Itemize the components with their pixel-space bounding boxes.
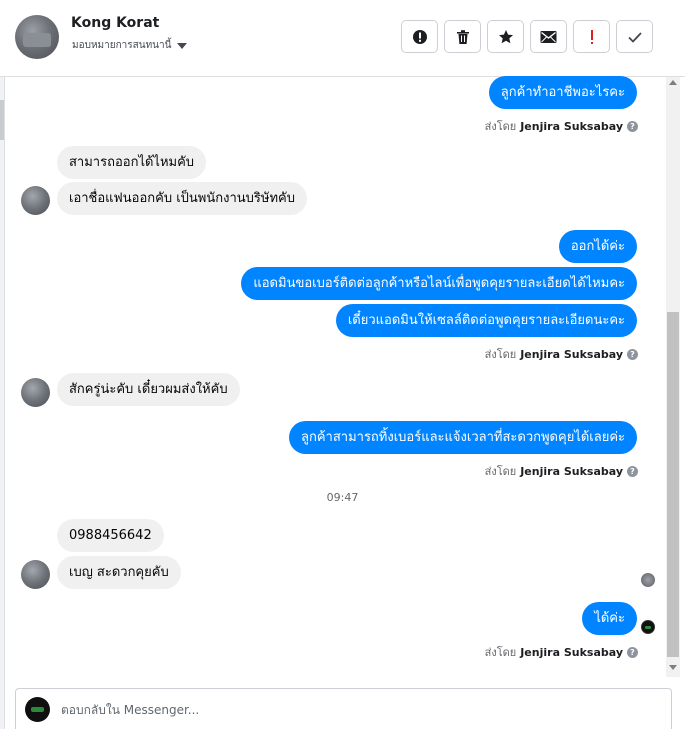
incoming-message[interactable]: เบญ สะดวกคุยคับ: [57, 556, 181, 589]
sent-by-name[interactable]: Jenjira Suksabay: [520, 348, 623, 361]
mark-done-button[interactable]: [616, 20, 653, 53]
help-icon[interactable]: ?: [627, 646, 638, 658]
checkmark-icon: [627, 31, 642, 43]
incoming-message[interactable]: สักครู่น่ะคับ เดี๋ยวผมส่งให้คับ: [57, 373, 240, 406]
sent-by-name[interactable]: Jenjira Suksabay: [520, 646, 623, 659]
outgoing-message[interactable]: ลูกค้าสามารถทิ้งเบอร์และแจ้งเวลาที่สะดวก…: [289, 421, 637, 454]
sent-by-prefix: ส่งโดย: [484, 348, 517, 361]
outgoing-message[interactable]: แอดมินขอเบอร์ติดต่อลูกค้าหรือไลน์เพื่อพู…: [241, 267, 637, 300]
left-rail: [0, 0, 5, 729]
outgoing-message[interactable]: ได้ค่ะ: [582, 602, 637, 635]
page-avatar: [25, 697, 50, 722]
sent-by-prefix: ส่งโดย: [484, 465, 517, 478]
page-seen-avatar: [641, 620, 655, 634]
help-icon[interactable]: ?: [627, 348, 638, 360]
alert-button[interactable]: [401, 20, 438, 53]
left-rail-thumb[interactable]: [0, 100, 4, 140]
sent-by-name[interactable]: Jenjira Suksabay: [520, 465, 623, 478]
contact-avatar-small[interactable]: [21, 378, 50, 407]
sent-by-label: ส่งโดย Jenjira Suksabay ?: [485, 643, 638, 661]
scrollbar-thumb[interactable]: [667, 312, 679, 657]
sent-by-name[interactable]: Jenjira Suksabay: [520, 120, 623, 133]
help-icon[interactable]: ?: [627, 120, 638, 132]
reply-input[interactable]: [61, 703, 641, 717]
red-exclamation-icon: [590, 29, 593, 44]
sent-by-prefix: ส่งโดย: [484, 646, 517, 659]
seen-indicator-avatar: [641, 573, 655, 587]
mark-unread-button[interactable]: [530, 20, 567, 53]
contact-avatar-small[interactable]: [21, 560, 50, 589]
delete-button[interactable]: [444, 20, 481, 53]
trash-icon: [456, 29, 469, 44]
sent-by-prefix: ส่งโดย: [484, 120, 517, 133]
contact-avatar[interactable]: [15, 15, 59, 59]
sent-by-label: ส่งโดย Jenjira Suksabay ?: [485, 462, 638, 480]
star-icon: [498, 29, 513, 43]
scroll-up-arrow-icon[interactable]: [669, 80, 677, 85]
sent-by-label: ส่งโดย Jenjira Suksabay ?: [485, 345, 638, 363]
assign-label: มอบหมายการสนทนานี้: [72, 40, 172, 51]
caret-down-icon: [177, 42, 188, 49]
envelope-icon: [540, 30, 557, 43]
message-timestamp: 09:47: [326, 491, 359, 504]
star-button[interactable]: [487, 20, 524, 53]
conversation-header: Kong Korat มอบหมายการสนทนานี้: [0, 0, 685, 77]
contact-name[interactable]: Kong Korat: [71, 15, 159, 31]
incoming-message[interactable]: เอาชื่อแฟนออกคับ เป็นพนักงานบริษัทคับ: [57, 182, 307, 215]
outgoing-message[interactable]: ออกได้ค่ะ: [558, 230, 637, 263]
scroll-down-arrow-icon[interactable]: [669, 665, 677, 670]
help-icon[interactable]: ?: [627, 465, 638, 477]
sent-by-label: ส่งโดย Jenjira Suksabay ?: [485, 117, 638, 135]
reply-composer: [15, 688, 672, 729]
contact-avatar-small[interactable]: [21, 186, 50, 215]
assign-conversation-dropdown[interactable]: มอบหมายการสนทนานี้: [72, 38, 188, 53]
outgoing-message[interactable]: เดี๋ยวแอดมินให้เซลล์ติดต่อพูดคุยรายละเอี…: [335, 304, 637, 337]
action-toolbar: [401, 20, 653, 53]
incoming-message[interactable]: 0988456642: [57, 519, 164, 552]
spam-button[interactable]: [573, 20, 610, 53]
incoming-message[interactable]: สามารถออกได้ไหมคับ: [57, 146, 207, 179]
exclamation-circle-icon: [412, 29, 427, 44]
message-scrollbar[interactable]: [666, 77, 680, 677]
outgoing-message[interactable]: ลูกค้าทำอาชีพอะไรคะ: [488, 76, 637, 109]
